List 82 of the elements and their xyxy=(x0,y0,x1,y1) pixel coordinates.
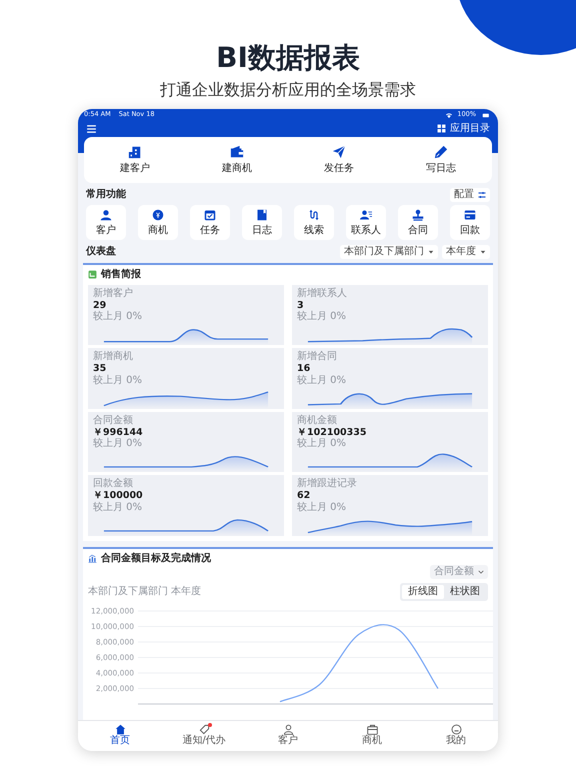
function-tile[interactable]: 日志 xyxy=(242,204,282,240)
stat-comparison: 较上月 0% xyxy=(93,374,144,387)
function-tile[interactable]: 线索 xyxy=(294,204,334,240)
stat-value: 62 xyxy=(297,490,312,502)
tab-bar-item[interactable]: 首页 xyxy=(90,724,150,748)
coin-icon xyxy=(152,208,164,221)
stat-label: 新增跟进记录 xyxy=(297,478,358,490)
view-toggle-tab[interactable]: 柱状图 xyxy=(444,584,486,599)
stat-value: ￥102100335 xyxy=(297,426,368,438)
stat-value: ￥996144 xyxy=(93,426,144,438)
function-tile[interactable]: 合同 xyxy=(398,204,438,240)
building-icon xyxy=(128,144,142,159)
house-icon xyxy=(114,724,126,736)
stat-value: 35 xyxy=(93,363,108,374)
quick-action-button[interactable]: 建客户 xyxy=(105,144,165,175)
sliders-icon xyxy=(478,190,486,199)
person-icon xyxy=(100,208,112,221)
chart-scope: 本部门及下属部门 本年度 xyxy=(88,586,202,598)
notification-dot xyxy=(208,723,212,728)
caret-icon xyxy=(428,248,434,255)
stat-value: 3 xyxy=(297,300,304,311)
stat-comparison: 较上月 0% xyxy=(297,502,348,514)
wallet-icon xyxy=(230,144,244,159)
function-tile[interactable]: 客户 xyxy=(86,204,126,240)
stamp-icon xyxy=(412,208,424,221)
grid-icon xyxy=(437,124,446,134)
stat-label: 新增客户 xyxy=(93,288,134,300)
briefcase-icon xyxy=(366,724,378,736)
tab-bar-item[interactable]: 商机 xyxy=(342,724,402,748)
quick-action-button[interactable]: 发任务 xyxy=(309,144,369,175)
battery-icon xyxy=(480,112,492,119)
pen-icon xyxy=(434,144,448,159)
filter-dropdown[interactable]: 本部门及下属部门 xyxy=(340,244,438,259)
function-tile[interactable]: 任务 xyxy=(190,204,230,240)
tag-icon xyxy=(198,724,210,736)
stat-comparison: 较上月 0% xyxy=(297,374,348,387)
contacts-icon xyxy=(360,208,372,221)
stat-label: 新增商机 xyxy=(93,351,134,364)
smiley-icon xyxy=(450,724,462,736)
filter-dropdown[interactable]: 本年度 xyxy=(442,244,490,259)
stat-comparison: 较上月 0% xyxy=(297,311,348,324)
function-tile[interactable]: 回款 xyxy=(450,204,490,240)
stat-comparison: 较上月 0% xyxy=(93,311,144,324)
app-directory-link[interactable]: 应用目录 xyxy=(450,122,490,135)
quick-action-button[interactable]: 建商机 xyxy=(207,144,267,175)
page-title: BI数据报表 xyxy=(215,44,361,72)
chevron-icon xyxy=(478,568,484,575)
stat-value: ￥100000 xyxy=(93,490,144,502)
panel-title: 销售简报 xyxy=(101,268,141,281)
section-title: 常用功能 xyxy=(86,188,126,201)
panel-title: 合同金额目标及完成情况 xyxy=(101,552,211,565)
stat-label: 回款金额 xyxy=(93,478,134,490)
wifi-icon xyxy=(445,112,454,119)
tab-bar-item[interactable]: 我的 xyxy=(426,724,486,748)
caret-icon xyxy=(480,248,486,255)
stat-comparison: 较上月 0% xyxy=(93,438,144,450)
calendar-check-icon xyxy=(204,208,216,221)
function-tile[interactable]: 商机 xyxy=(138,204,178,240)
quick-action-button[interactable]: 写日志 xyxy=(411,144,471,175)
person-icon xyxy=(282,724,294,736)
view-toggle-tab[interactable]: 折线图 xyxy=(402,584,444,599)
section-title: 仪表盘 xyxy=(86,246,116,258)
stat-label: 合同金额 xyxy=(93,414,134,427)
stat-label: 新增联系人 xyxy=(297,288,348,300)
notebook-icon xyxy=(256,208,268,221)
stat-value: 16 xyxy=(297,363,312,374)
tab-bar-item[interactable]: 通知/代办 xyxy=(174,724,234,748)
stat-label: 商机金额 xyxy=(297,414,338,427)
tab-bar-item[interactable]: 客户 xyxy=(258,724,318,748)
menu-icon[interactable] xyxy=(86,124,97,134)
stat-comparison: 较上月 0% xyxy=(93,502,144,514)
page-subtitle: 打通企业数据分析应用的全场景需求 xyxy=(159,80,417,100)
stat-value: 29 xyxy=(93,300,106,311)
card-icon xyxy=(464,208,476,221)
report-icon xyxy=(88,270,97,280)
stat-label: 新增合同 xyxy=(297,351,338,364)
paper-plane-icon xyxy=(332,144,346,159)
function-tile[interactable]: 联系人 xyxy=(346,204,386,240)
stat-comparison: 较上月 0% xyxy=(297,438,348,450)
bar-chart-icon xyxy=(88,554,97,564)
config-button[interactable]: 配置 xyxy=(450,188,490,202)
route-icon xyxy=(308,208,320,221)
